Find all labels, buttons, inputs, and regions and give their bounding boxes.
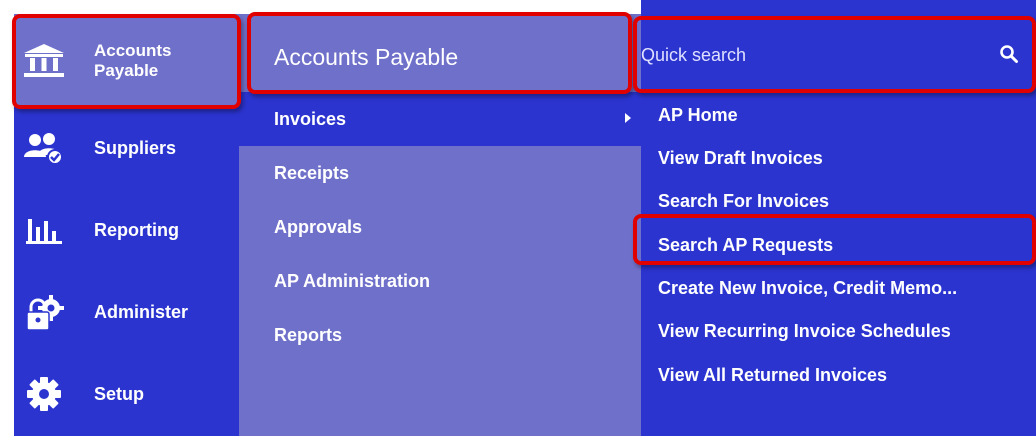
- menu-item-invoices[interactable]: Invoices: [239, 92, 641, 146]
- menu-item-reports-label: Reports: [274, 324, 343, 345]
- menu-item-approvals-label: Approvals: [274, 216, 363, 237]
- submenu-item-create-new-invoice[interactable]: Create New Invoice, Credit Memo...: [658, 277, 957, 299]
- submenu-item-ap-home[interactable]: AP Home: [658, 104, 738, 126]
- nav-label-suppliers: Suppliers: [94, 138, 177, 158]
- submenu-item-view-draft-invoices[interactable]: View Draft Invoices: [658, 147, 823, 169]
- suppliers-icon: [14, 131, 74, 165]
- lock-gear-icon: [14, 292, 74, 332]
- nav-label-accounts: Accounts: [94, 40, 172, 60]
- nav-label-setup: Setup: [94, 384, 145, 404]
- menu-items: Invoices Receipts Approvals AP Administr…: [239, 0, 641, 436]
- nav-item-setup[interactable]: Setup: [14, 353, 239, 435]
- submenu-item-search-for-invoices[interactable]: Search For Invoices: [658, 190, 829, 212]
- bar-chart-icon: [14, 215, 74, 245]
- menu-item-approvals[interactable]: Approvals: [239, 200, 641, 254]
- nav-item-accounts-payable[interactable]: Accounts Payable: [14, 14, 239, 107]
- left-nav: Accounts Payable Suppliers Reporting Adm…: [14, 14, 239, 436]
- quick-search: [641, 14, 1036, 92]
- search-icon[interactable]: [999, 44, 1019, 64]
- quick-search-input[interactable]: [641, 42, 971, 68]
- nav-label-reporting: Reporting: [94, 220, 179, 240]
- menu-item-receipts-label: Receipts: [274, 162, 350, 183]
- menu-item-ap-administration[interactable]: AP Administration: [239, 254, 641, 308]
- submenu-item-search-ap-requests[interactable]: Search AP Requests: [658, 234, 833, 256]
- menu-item-ap-administration-label: AP Administration: [274, 270, 431, 291]
- nav-label-administer: Administer: [94, 302, 189, 322]
- gear-icon: [14, 376, 74, 412]
- menu-item-reports[interactable]: Reports: [239, 308, 641, 362]
- invoices-submenu: AP Home View Draft Invoices Search For I…: [641, 0, 1036, 436]
- bank-icon: [14, 43, 74, 79]
- nav-item-administer[interactable]: Administer: [14, 271, 239, 353]
- submenu-item-view-all-returned-invoices[interactable]: View All Returned Invoices: [658, 364, 887, 386]
- menu-item-invoices-label: Invoices: [274, 108, 347, 129]
- menu-item-receipts[interactable]: Receipts: [239, 146, 641, 200]
- nav-item-reporting[interactable]: Reporting: [14, 189, 239, 271]
- chevron-right-icon: [625, 113, 631, 123]
- nav-item-suppliers[interactable]: Suppliers: [14, 107, 239, 189]
- nav-label-payable: Payable: [94, 60, 159, 80]
- submenu-item-view-recurring-invoice-schedules[interactable]: View Recurring Invoice Schedules: [658, 320, 951, 342]
